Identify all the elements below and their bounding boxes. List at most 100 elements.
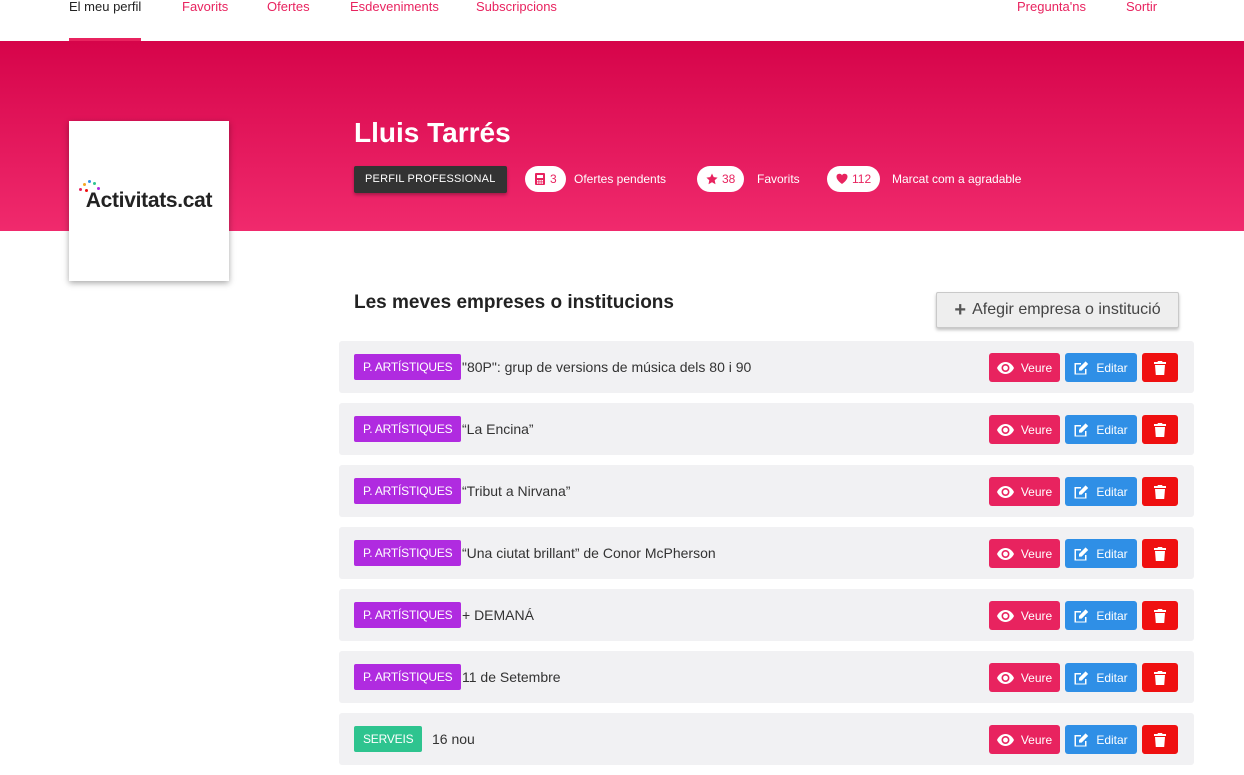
logo-dots-icon <box>78 180 103 194</box>
edit-icon <box>1074 608 1089 622</box>
edit-icon <box>1074 422 1089 436</box>
section-title: Les meves empreses o institucions <box>354 292 674 313</box>
company-title[interactable]: + DEMANÁ <box>462 589 534 641</box>
category-badge: SERVEIS <box>354 726 423 752</box>
delete-button[interactable] <box>1142 539 1178 568</box>
view-button[interactable]: Veure <box>989 477 1060 506</box>
edit-button[interactable]: Editar <box>1065 663 1137 692</box>
edit-icon <box>1074 670 1089 684</box>
nav-el-meu-perfil[interactable]: El meu perfil <box>69 0 142 41</box>
trash-icon <box>1154 422 1166 437</box>
view-label: Veure <box>1020 732 1053 747</box>
eye-icon <box>996 361 1014 374</box>
nav-preguntans[interactable]: Pregunta'ns <box>1017 0 1086 41</box>
nav-subscripcions[interactable]: Subscripcions <box>476 0 557 41</box>
trash-icon <box>1154 608 1166 623</box>
view-button[interactable]: Veure <box>989 663 1060 692</box>
logo-text: Activitats.cat <box>85 189 213 212</box>
plus-icon: + <box>954 299 967 321</box>
view-button[interactable]: Veure <box>989 725 1060 754</box>
delete-button[interactable] <box>1142 663 1178 692</box>
trash-icon <box>1154 546 1166 561</box>
delete-button[interactable] <box>1142 353 1178 382</box>
trash-icon <box>1154 360 1166 375</box>
trash-icon <box>1154 732 1166 747</box>
trash-icon <box>1154 484 1166 499</box>
view-label: Veure <box>1020 360 1053 375</box>
edit-label: Editar <box>1096 670 1128 685</box>
category-badge: P. ARTÍSTIQUES <box>354 354 462 380</box>
company-list: P. ARTÍSTIQUES "80P": grup de versions de… <box>339 341 1194 775</box>
list-item: P. ARTÍSTIQUES "80P": grup de versions de… <box>339 341 1194 393</box>
edit-button[interactable]: Editar <box>1065 601 1137 630</box>
list-item: P. ARTÍSTIQUES “La Encina” Veure Editar <box>339 403 1194 455</box>
edit-label: Editar <box>1096 732 1128 747</box>
edit-icon <box>1074 360 1089 374</box>
eye-icon <box>996 733 1014 746</box>
delete-button[interactable] <box>1142 477 1178 506</box>
nav-sortir[interactable]: Sortir <box>1126 0 1157 41</box>
edit-icon <box>1074 732 1089 746</box>
view-label: Veure <box>1020 546 1053 561</box>
edit-button[interactable]: Editar <box>1065 539 1137 568</box>
eye-icon <box>996 547 1014 560</box>
company-title[interactable]: “Tribut a Nirvana” <box>462 465 570 517</box>
view-label: Veure <box>1020 484 1053 499</box>
calculator-icon <box>535 173 545 185</box>
pending-offers-count: 3 <box>550 172 557 186</box>
pending-offers-pill[interactable]: 3 <box>525 166 566 192</box>
edit-icon <box>1074 546 1089 560</box>
likes-pill[interactable]: 112 <box>827 166 881 192</box>
pending-offers-label: Ofertes pendents <box>574 172 667 186</box>
view-button[interactable]: Veure <box>989 601 1060 630</box>
list-item: SERVEIS 16 nou Veure Editar <box>339 713 1194 765</box>
favorites-label: Favorits <box>757 172 800 186</box>
add-company-button[interactable]: + Afegir empresa o institució <box>936 292 1179 328</box>
company-title[interactable]: "80P": grup de versions de música dels 8… <box>462 341 751 393</box>
view-button[interactable]: Veure <box>989 415 1060 444</box>
company-logo: Activitats.cat <box>69 121 229 281</box>
company-title[interactable]: “La Encina” <box>462 403 534 455</box>
favorites-pill[interactable]: 38 <box>697 166 745 192</box>
favorites-count: 38 <box>722 172 736 186</box>
edit-button[interactable]: Editar <box>1065 725 1137 754</box>
view-button[interactable]: Veure <box>989 353 1060 382</box>
view-label: Veure <box>1020 670 1053 685</box>
trash-icon <box>1154 670 1166 685</box>
top-navigation: El meu perfil Favorits Ofertes Esdevenim… <box>0 0 1244 41</box>
edit-label: Editar <box>1096 360 1128 375</box>
company-title[interactable]: “Una ciutat brillant” de Conor McPherson <box>462 527 716 579</box>
edit-label: Editar <box>1096 484 1128 499</box>
category-badge: P. ARTÍSTIQUES <box>354 602 462 628</box>
edit-button[interactable]: Editar <box>1065 477 1137 506</box>
view-label: Veure <box>1020 608 1053 623</box>
delete-button[interactable] <box>1142 601 1178 630</box>
list-item: P. ARTÍSTIQUES 11 de Setembre Veure Editar <box>339 651 1194 703</box>
company-title[interactable]: 11 de Setembre <box>462 651 561 703</box>
edit-button[interactable]: Editar <box>1065 353 1137 382</box>
nav-favorits[interactable]: Favorits <box>182 0 228 41</box>
likes-label: Marcat com a agradable <box>892 172 1022 186</box>
list-item: P. ARTÍSTIQUES “Tribut a Nirvana” Veure Edi… <box>339 465 1194 517</box>
category-badge: P. ARTÍSTIQUES <box>354 664 462 690</box>
edit-button[interactable]: Editar <box>1065 415 1137 444</box>
profile-name: Lluis Tarrés <box>354 117 511 148</box>
eye-icon <box>996 423 1014 436</box>
list-item: P. ARTÍSTIQUES “Una ciutat brillant” de C… <box>339 527 1194 579</box>
company-title[interactable]: 16 nou <box>432 713 475 765</box>
eye-icon <box>996 671 1014 684</box>
category-badge: P. ARTÍSTIQUES <box>354 478 462 504</box>
delete-button[interactable] <box>1142 415 1178 444</box>
eye-icon <box>996 609 1014 622</box>
view-label: Veure <box>1020 422 1053 437</box>
category-badge: P. ARTÍSTIQUES <box>354 416 462 442</box>
nav-ofertes[interactable]: Ofertes <box>267 0 310 41</box>
likes-count: 112 <box>852 172 872 186</box>
delete-button[interactable] <box>1142 725 1178 754</box>
view-button[interactable]: Veure <box>989 539 1060 568</box>
profile-type-badge: PERFIL PROFESSIONAL <box>354 166 507 193</box>
nav-esdeveniments[interactable]: Esdeveniments <box>350 0 439 41</box>
add-company-label: Afegir empresa o institució <box>972 301 1161 318</box>
eye-icon <box>996 485 1014 498</box>
edit-icon <box>1074 484 1089 498</box>
